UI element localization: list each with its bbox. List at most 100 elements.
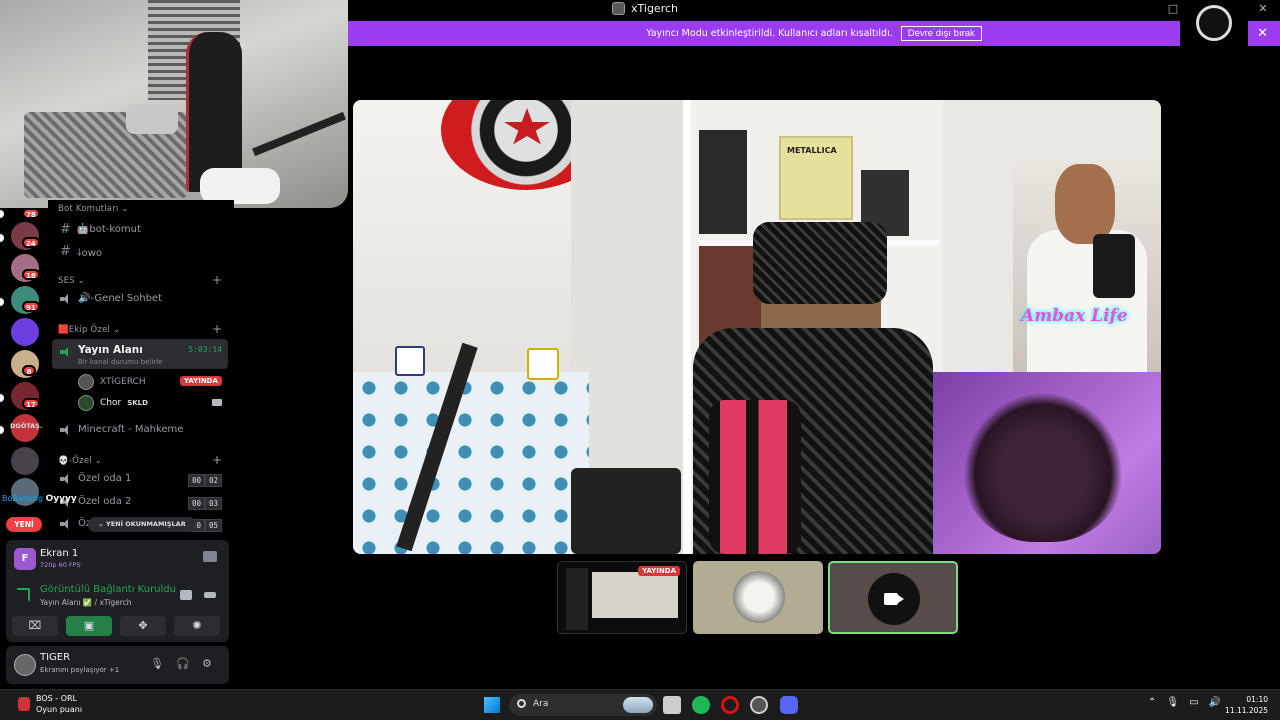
- file-explorer-icon[interactable]: [663, 696, 681, 714]
- mic-tray-icon[interactable]: 🎙: [1166, 697, 1179, 708]
- channel-label: 🤖bot-komut: [76, 224, 141, 235]
- soundboard-button[interactable]: ✺: [174, 616, 220, 636]
- channel-minecraft[interactable]: Minecraft - Mahkeme: [60, 424, 183, 435]
- add-channel-icon[interactable]: +: [212, 453, 222, 467]
- app-logo-icon: [612, 2, 625, 15]
- score-sub: Oyun puanı: [36, 705, 83, 714]
- participant-thumb-stream[interactable]: YAYINDA: [557, 561, 687, 634]
- screen-icon: F: [14, 548, 36, 570]
- category-ozel[interactable]: 💀-Özel ⌄: [58, 456, 102, 466]
- camera-off-button[interactable]: ⌧: [12, 616, 58, 636]
- close-window-button[interactable]: ✕: [1256, 2, 1270, 15]
- banner-message: Yayıncı Modu etkinleştirildi. Kullanıcı …: [646, 28, 893, 39]
- category-ses[interactable]: SES ⌄: [58, 276, 85, 286]
- chevron-up-icon[interactable]: ⌃: [1148, 697, 1156, 708]
- mini-sidebar: [566, 568, 588, 630]
- channel-yayin-alani[interactable]: Yayın Alanı 5:03:14 Bir kanal durumu bel…: [52, 339, 228, 369]
- speaking-user-overlay: BoBarking Oyyyy: [2, 494, 77, 504]
- headphones-icon[interactable]: 🎧: [176, 657, 190, 670]
- hash-icon: #: [60, 244, 71, 259]
- user-limit-counter: 00 03: [188, 497, 223, 510]
- user-name[interactable]: TIGER: [40, 652, 70, 663]
- channel-ozel-oda-1[interactable]: Özel oda 1: [60, 473, 131, 484]
- mic-icon[interactable]: 🎙: [150, 657, 164, 670]
- category-ekip-ozel[interactable]: 🟥Ekip Özel ⌄: [58, 325, 120, 335]
- chair-headrest: [753, 222, 887, 304]
- taskbar-search[interactable]: Ara: [509, 694, 657, 716]
- signal-icon: [16, 588, 30, 602]
- speaker-icon: [60, 424, 72, 435]
- category-label: Bot Komutları: [58, 204, 119, 214]
- voice-user-xtigerch[interactable]: XTİGERCH: [78, 374, 146, 390]
- unread-messages-pill[interactable]: ⌄ YENİ OKUNMAMIŞLAR: [88, 517, 196, 532]
- tiger-avatar: [733, 571, 785, 623]
- stream-video[interactable]: METALLICA Ambax Life: [353, 100, 1161, 554]
- gear-icon[interactable]: ⚙: [202, 657, 212, 670]
- display-icon[interactable]: ▭: [1189, 697, 1198, 708]
- hash-icon: #: [60, 222, 71, 237]
- screen-share-button[interactable]: ▣: [66, 616, 112, 636]
- add-channel-icon[interactable]: +: [212, 273, 222, 287]
- server-icon[interactable]: [11, 447, 39, 475]
- unread-label: YENİ OKUNMAMIŞLAR: [106, 520, 186, 528]
- pen-cup: [527, 348, 559, 380]
- add-channel-icon[interactable]: +: [212, 322, 222, 336]
- category-bot[interactable]: Bot Komutları ⌄: [58, 204, 129, 214]
- participant-thumb-tiger[interactable]: [693, 561, 823, 634]
- taskbar-widget-score[interactable]: BOS - ORL Oyun puanı: [18, 693, 82, 715]
- channel-owo[interactable]: # ⸸owo: [60, 244, 102, 259]
- channel-label: Yayın Alanı: [78, 344, 143, 356]
- clock[interactable]: 01:10 11.11.2025: [1225, 694, 1268, 716]
- activities-button[interactable]: ✥: [120, 616, 166, 636]
- vr-headset: [200, 168, 280, 204]
- mention-badge: 17: [22, 398, 40, 409]
- box: [699, 130, 747, 234]
- mic-arm: [252, 111, 346, 157]
- channel-bot-komut[interactable]: # 🤖bot-komut: [60, 222, 141, 237]
- count-limit: 05: [205, 519, 223, 532]
- mention-badge: 78: [22, 208, 40, 219]
- banner-close-icon[interactable]: ✕: [1257, 26, 1268, 41]
- unread-pill-indicator: [0, 210, 4, 218]
- speaker-icon: [60, 473, 72, 484]
- pip-participant-bottom: [933, 372, 1161, 554]
- volume-icon[interactable]: 🔊: [1209, 697, 1221, 708]
- user-panel: TIGER Ekranını paylaşıyor +1 🎙 🎧 ⚙: [6, 646, 229, 684]
- disconnect-icon[interactable]: [204, 592, 216, 598]
- server-icon[interactable]: [11, 318, 39, 346]
- mini-stream: [592, 572, 678, 618]
- search-label: Ara: [533, 699, 549, 709]
- count-current: 00: [188, 474, 206, 487]
- channel-status[interactable]: Bir kanal durumu belirle: [78, 358, 162, 366]
- new-servers-pill[interactable]: YENİ: [6, 517, 42, 532]
- speaker-icon: [60, 293, 72, 304]
- stop-stream-icon[interactable]: [203, 551, 217, 562]
- channel-ozel-oda-3[interactable]: Öz: [60, 518, 91, 529]
- screen-quality: 720p 60 FPS: [40, 561, 81, 569]
- bag: [571, 468, 681, 554]
- connection-channel[interactable]: Yayın Alanı ✅ / xTigerch: [40, 598, 132, 607]
- voice-user-chor[interactable]: Chor SKLD: [78, 395, 148, 411]
- mention-badge: 18: [22, 269, 40, 280]
- pip-participant-top: Ambax Life: [1013, 158, 1161, 372]
- server-label[interactable]: DGÖTAŞ.: [10, 422, 42, 430]
- channel-genel-sohbet[interactable]: 🔊-Genel Sohbet: [60, 293, 162, 304]
- opera-icon[interactable]: [721, 696, 739, 714]
- inbox-icon[interactable]: □: [1166, 2, 1180, 15]
- speaker-icon: [60, 518, 72, 529]
- avatar[interactable]: [14, 654, 36, 676]
- participant-thumb-camera[interactable]: [828, 561, 958, 634]
- count-limit: 02: [205, 474, 223, 487]
- disable-streamer-mode-button[interactable]: Devre dışı bırak: [900, 26, 982, 41]
- noise-suppression-icon[interactable]: [180, 590, 192, 600]
- start-button[interactable]: [484, 697, 500, 713]
- connection-status[interactable]: Görüntülü Bağlantı Kuruldu: [40, 584, 176, 595]
- discord-icon[interactable]: [780, 696, 798, 714]
- app-icon[interactable]: [750, 696, 768, 714]
- video-camera-icon: [884, 593, 904, 605]
- score-title: BOS - ORL: [36, 694, 78, 703]
- voice-user-name: Chor: [100, 398, 122, 408]
- date: 11.11.2025: [1225, 706, 1268, 715]
- channel-label: Özel oda 2: [78, 496, 132, 507]
- spotify-icon[interactable]: [692, 696, 710, 714]
